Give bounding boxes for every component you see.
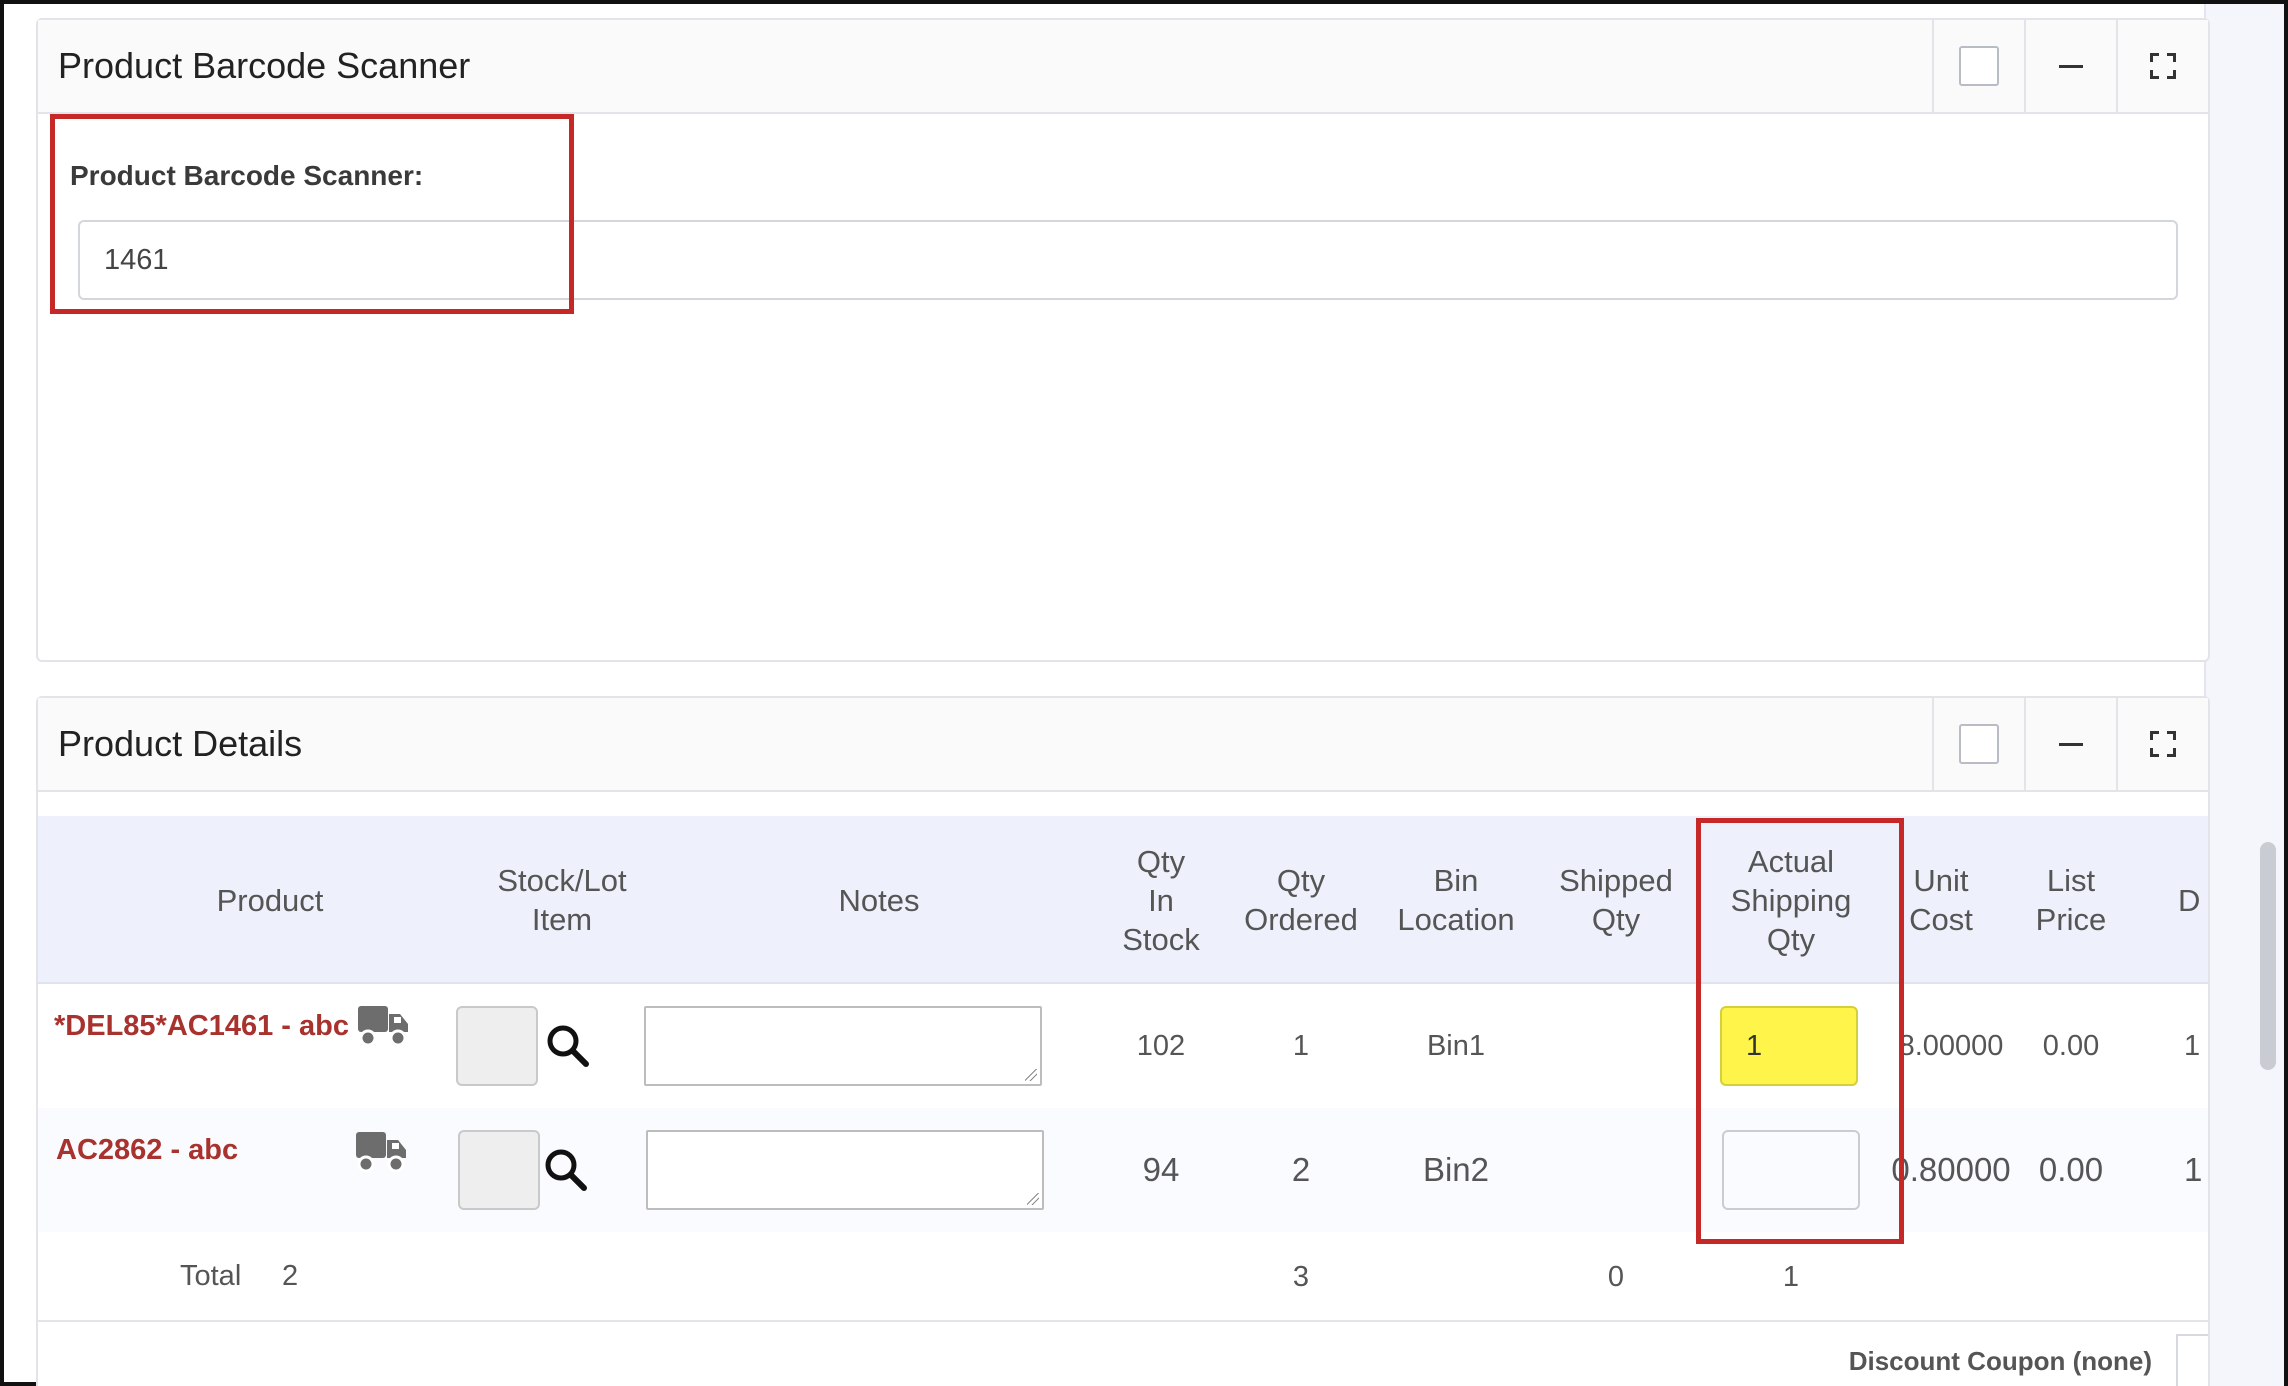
panel-title: Product Barcode Scanner (58, 45, 471, 86)
column-header-list-price[interactable]: List Price (1996, 816, 2146, 984)
qty-ordered: 2 (1291, 1151, 1311, 1188)
table-row: *DEL85*AC1461 - abc 102 1 Bin1 1 8.00000… (38, 984, 2208, 1108)
expand-panel-button[interactable] (2116, 698, 2208, 790)
actual-shipping-qty-input[interactable] (1722, 1130, 1860, 1210)
qty-ordered: 1 (1292, 1029, 1310, 1062)
column-header-actual-shipping-qty[interactable]: Actual Shipping Qty (1696, 816, 1886, 984)
barcode-scanner-panel: Product Barcode Scanner Product Barcode … (36, 18, 2210, 662)
checkbox-icon (1959, 46, 1999, 86)
bin-location: Bin2 (1422, 1151, 1490, 1188)
d-value: 1 (2184, 1151, 2203, 1188)
column-header-shipped-qty[interactable]: Shipped Qty (1536, 816, 1696, 984)
bin-location: Bin1 (1426, 1029, 1486, 1062)
table-header: Product Stock/Lot Item Notes Qty In Stoc… (38, 816, 2208, 984)
actual-shipping-qty-input[interactable]: 1 (1720, 1006, 1858, 1086)
total-shipped-qty: 0 (1607, 1260, 1625, 1293)
truck-icon[interactable] (354, 1128, 408, 1174)
select-panel-checkbox[interactable] (1932, 698, 2024, 790)
scrollbar-thumb[interactable] (2260, 842, 2276, 1070)
search-icon[interactable] (544, 1148, 588, 1192)
shipped-qty (1536, 984, 1696, 1108)
column-header-notes[interactable]: Notes (662, 816, 1096, 984)
d-value: 1 (2184, 1029, 2201, 1062)
expand-icon (2150, 731, 2176, 757)
list-price: 0.00 (2038, 1151, 2104, 1188)
unit-cost: 8.00000 (1898, 1029, 2004, 1062)
product-link[interactable]: AC2862 - abc (56, 1134, 238, 1167)
unit-cost: 0.80000 (1891, 1151, 2011, 1188)
total-label: Total (180, 1260, 242, 1292)
search-icon[interactable] (546, 1024, 590, 1068)
barcode-scanner-input[interactable] (78, 220, 2178, 300)
list-price: 0.00 (2042, 1029, 2100, 1062)
notes-textarea[interactable] (644, 1006, 1042, 1086)
total-count: 2 (282, 1260, 299, 1292)
product-link[interactable]: *DEL85*AC1461 - abc (54, 1010, 349, 1043)
notes-textarea[interactable] (646, 1130, 1044, 1210)
column-header-qty-in-stock[interactable]: Qty In Stock (1096, 816, 1226, 984)
panel-tools (1932, 698, 2208, 790)
collapse-panel-button[interactable] (2024, 698, 2116, 790)
table-total-row: Total 2 3 0 1 (38, 1232, 2208, 1322)
collapse-panel-button[interactable] (2024, 20, 2116, 112)
panel-tools (1932, 20, 2208, 112)
total-qty-ordered: 3 (1292, 1260, 1310, 1293)
barcode-scanner-label: Product Barcode Scanner: (70, 160, 424, 191)
panel-header: Product Barcode Scanner (38, 20, 2208, 114)
column-header-stock-lot[interactable]: Stock/Lot Item (462, 816, 662, 984)
total-actual-shipping-qty: 1 (1782, 1260, 1800, 1293)
qty-in-stock: 102 (1136, 1029, 1186, 1062)
column-header-product[interactable]: Product (78, 816, 462, 984)
stock-lot-box[interactable] (456, 1006, 538, 1086)
shipped-qty (1536, 1108, 1696, 1232)
column-header-bin-location[interactable]: Bin Location (1376, 816, 1536, 984)
checkbox-icon (1959, 724, 1999, 764)
discount-coupon-field[interactable] (2176, 1334, 2208, 1386)
panel-title: Product Details (58, 723, 303, 764)
expand-panel-button[interactable] (2116, 20, 2208, 112)
truck-icon[interactable] (356, 1002, 410, 1048)
column-header-qty-ordered[interactable]: Qty Ordered (1226, 816, 1376, 984)
select-panel-checkbox[interactable] (1932, 20, 2024, 112)
stock-lot-box[interactable] (458, 1130, 540, 1210)
minus-icon (2059, 742, 2083, 746)
expand-icon (2150, 53, 2176, 79)
table-row: AC2862 - abc 94 2 Bin2 0.80000 0.00 1 (38, 1108, 2208, 1232)
column-header-d[interactable]: D (2178, 816, 2208, 984)
discount-coupon-label: Discount Coupon (none) (1848, 1346, 2152, 1376)
column-header-unit-cost[interactable]: Unit Cost (1886, 816, 1996, 984)
qty-in-stock: 94 (1142, 1151, 1180, 1188)
product-details-panel: Product Details Product Stock/Lot Item N… (36, 696, 2210, 1386)
minus-icon (2059, 64, 2083, 68)
panel-header: Product Details (38, 698, 2208, 792)
right-rail (2204, 4, 2284, 1386)
